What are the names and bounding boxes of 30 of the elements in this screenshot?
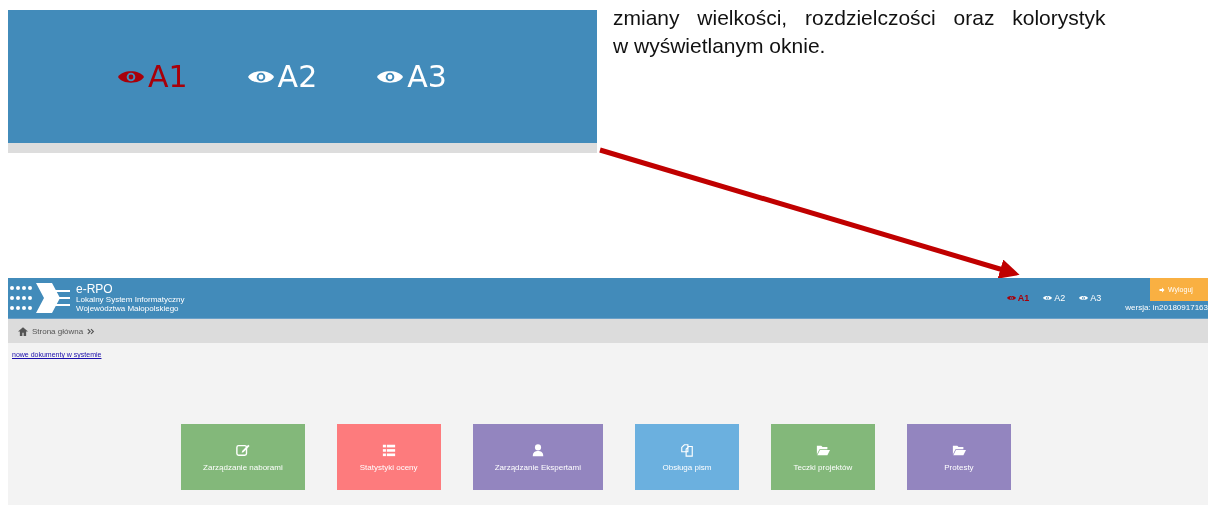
font-size-option[interactable]: A1 <box>1006 293 1030 303</box>
user-icon <box>530 442 545 457</box>
menu-tile[interactable]: Obsługa pism <box>634 424 739 490</box>
font-size-option[interactable]: A3 <box>377 59 447 94</box>
menu-tile[interactable]: Teczki projektów <box>770 424 875 490</box>
breadcrumb-link[interactable]: Strona główna <box>32 326 84 336</box>
app-subtitle: Województwa Małopolskiego <box>76 304 180 313</box>
app-title: e-RPO <box>76 283 114 295</box>
menu-tile[interactable]: Statystyki oceny <box>336 424 441 490</box>
document-text: zmiany wielkości, rozdzielczości oraz kolorystyk <box>613 5 1106 31</box>
menu-tile[interactable]: Zarządzanie Ekspertami <box>472 424 603 490</box>
font-size-option[interactable]: A3 <box>1079 293 1102 303</box>
edit-icon <box>235 442 250 457</box>
eye-icon <box>1006 295 1016 301</box>
logo-icon <box>8 281 72 315</box>
font-size-option[interactable]: A1 <box>118 59 188 94</box>
list-icon <box>381 442 396 457</box>
home-icon <box>18 326 28 336</box>
eye-icon <box>1043 295 1053 301</box>
eye-icon <box>1079 295 1089 301</box>
menu-tile[interactable]: Zarządzanie naborami <box>181 424 305 490</box>
copy-icon <box>679 442 694 457</box>
double-chevron-icon <box>87 327 96 335</box>
sign-out-icon <box>1159 286 1165 293</box>
menu-tile[interactable]: Protesty <box>906 424 1011 490</box>
font-size-option[interactable]: A2 <box>1043 293 1066 303</box>
app-subtitle: Lokalny System Informatyczny <box>76 295 185 304</box>
font-size-option[interactable]: A2 <box>247 59 318 94</box>
document-text: w wyświetlanym oknie. <box>613 33 827 59</box>
version-text: wersja: in20180917163 <box>1125 303 1208 312</box>
